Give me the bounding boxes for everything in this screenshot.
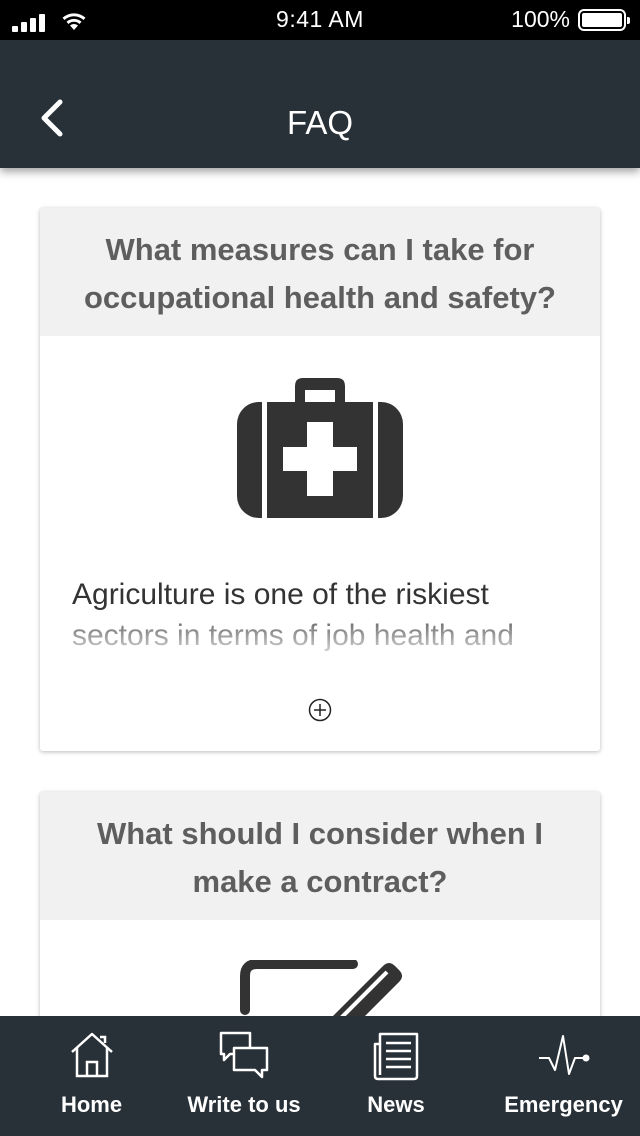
tab-bar: Home Write to us News Emergency: [0, 1016, 640, 1136]
tab-label: Home: [60, 1092, 123, 1117]
tab-label: Emergency: [504, 1092, 623, 1117]
tab-label: Write to us: [187, 1092, 301, 1117]
faq-question: What should I consider when I make a con…: [40, 792, 600, 920]
faq-list[interactable]: What measures can I take for occupationa…: [0, 168, 640, 1016]
tab-home[interactable]: Home: [0, 1016, 183, 1136]
faq-question: What measures can I take for occupationa…: [40, 208, 600, 336]
chat-icon: [219, 1031, 269, 1079]
tab-label: News: [367, 1092, 425, 1117]
faq-card[interactable]: What measures can I take for occupationa…: [40, 208, 600, 751]
tab-news[interactable]: News: [305, 1016, 487, 1136]
status-right: 100%: [511, 6, 630, 33]
first-aid-kit-icon: [237, 378, 403, 518]
plus-circle-icon: [308, 698, 332, 722]
contract-edit-icon: [240, 960, 402, 1016]
battery-icon: [578, 8, 630, 31]
faq-screen: 9:41 AM 100% FAQ What measures can I tak…: [0, 0, 640, 1136]
expand-button[interactable]: [308, 698, 332, 722]
faq-card[interactable]: What should I consider when I make a con…: [40, 792, 600, 1016]
app-header: FAQ: [0, 40, 640, 168]
heartbeat-icon: [538, 1035, 589, 1075]
status-bar: 9:41 AM 100%: [0, 0, 640, 40]
page-title: FAQ: [286, 104, 354, 141]
battery-percent: 100%: [511, 6, 570, 32]
tab-emergency[interactable]: Emergency: [487, 1016, 640, 1136]
newspaper-icon: [373, 1032, 419, 1081]
faq-excerpt: Agriculture is one of the riskiest secto…: [72, 574, 568, 656]
home-icon: [70, 1032, 113, 1078]
tab-write-to-us[interactable]: Write to us: [183, 1016, 305, 1136]
